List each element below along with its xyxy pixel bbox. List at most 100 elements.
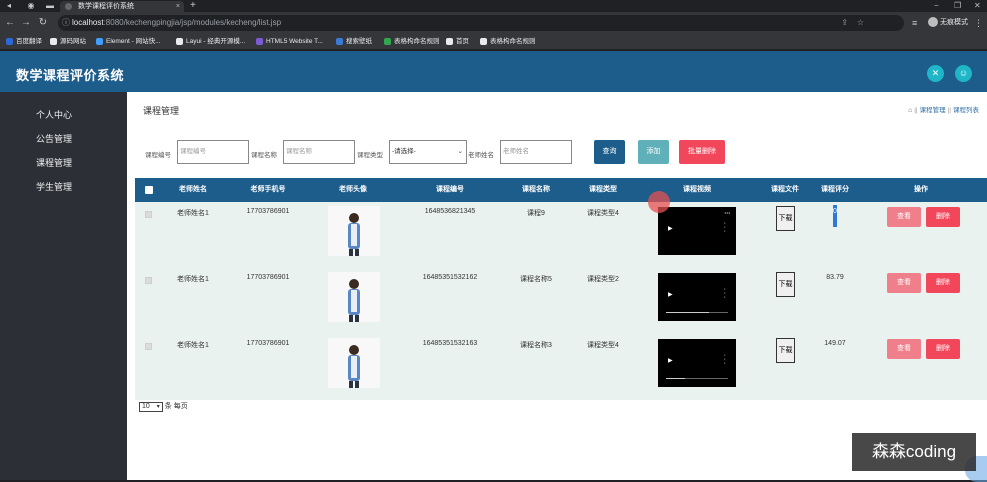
column-header: 老师姓名 <box>179 186 207 193</box>
bookmark-label: 搜索壁纸 <box>346 38 372 45</box>
bookmark-star-icon[interactable]: ☆ <box>857 15 864 31</box>
page-size-select[interactable]: 10 ▾ <box>139 402 163 412</box>
browser-logo-icon: ◉ <box>27 1 35 10</box>
video-menu-icon[interactable]: · · · <box>724 352 726 367</box>
reload-icon[interactable]: ↻ <box>37 17 49 29</box>
bookmark-label: HTML5 Website T... <box>266 38 323 45</box>
maximize-icon[interactable]: ❐ <box>954 0 961 12</box>
search-button[interactable]: 查询 <box>594 140 625 164</box>
bookmark-item[interactable]: 表格构命名规则 <box>384 36 440 48</box>
video-menu-icon[interactable]: · · · <box>724 220 726 235</box>
bookmark-label: 百度翻译 <box>16 38 42 45</box>
course-video-player[interactable]: ◂◂◂ ▶ · · · <box>658 207 736 255</box>
video-menu-icon[interactable]: · · · <box>724 286 726 301</box>
page-title: 课程管理 <box>143 106 180 116</box>
view-button[interactable]: 查看 <box>887 339 921 359</box>
download-button[interactable]: 下载 <box>776 338 795 363</box>
video-status-icon: ◂◂◂ <box>723 210 730 215</box>
batch-delete-button[interactable]: 批量删除 <box>679 140 725 164</box>
column-header: 课程文件 <box>771 186 799 193</box>
bookmark-item[interactable]: HTML5 Website T... <box>256 36 323 48</box>
breadcrumb-item[interactable]: 课程列表 <box>953 107 979 114</box>
teacher-avatar <box>328 338 380 388</box>
forward-icon[interactable]: → <box>20 17 32 29</box>
url-host: localhost <box>72 18 104 27</box>
column-header: 老师头像 <box>339 186 367 193</box>
course-score-cell: 149.07 <box>824 340 846 347</box>
close-window-icon[interactable]: ✕ <box>974 0 981 12</box>
video-progress-fill <box>666 312 710 313</box>
teacher-name-input[interactable]: 老师姓名 <box>500 140 572 164</box>
bookmark-item[interactable]: Layui - 经典开源模... <box>176 36 245 48</box>
browser-menu-icon[interactable]: ⋮ <box>974 17 983 29</box>
delete-button[interactable]: 删除 <box>926 339 960 359</box>
back-icon[interactable]: ← <box>4 17 16 29</box>
course-name-cell: 课程名称3 <box>520 342 552 349</box>
download-button[interactable]: 下载 <box>776 272 795 297</box>
main-content: 课程管理 ⌂ || 课程管理 || 课程列表 课程编号 课程编号 课程名称 课程名称 课… <box>127 92 987 480</box>
course-name-cell: 课程9 <box>527 210 545 217</box>
course-code-cell: 16485351532162 <box>422 274 478 281</box>
teacher-name-label: 老师姓名 <box>468 152 494 159</box>
bookmark-label: 表格构命名规则 <box>490 38 536 45</box>
breadcrumb-item[interactable]: 课程管理 <box>920 107 946 114</box>
fullscreen-icon[interactable]: ✕ <box>927 65 944 82</box>
new-tab-icon[interactable]: + <box>190 0 196 12</box>
share-icon[interactable]: ⇪ <box>841 15 848 31</box>
course-name-input[interactable]: 课程名称 <box>283 140 355 164</box>
teacher-name-cell: 老师姓名1 <box>177 276 209 283</box>
table-row: 老师姓名1 17703786901 16485351532162 课程名称5 课… <box>135 268 987 334</box>
course-type-select[interactable]: -请选择- ⌄ <box>389 140 467 164</box>
click-indicator <box>648 191 670 213</box>
view-button[interactable]: 查看 <box>887 273 921 293</box>
incognito-badge[interactable]: 无痕模式 <box>928 16 968 30</box>
tab-favicon-icon <box>65 3 72 10</box>
tab-close-icon[interactable]: × <box>176 1 180 12</box>
browser-tab-active[interactable]: 数学课程评价系统 × <box>60 1 184 12</box>
site-info-icon[interactable]: ⓘ <box>62 15 70 31</box>
course-score-cell: 83.79 <box>826 274 844 281</box>
sidebar-item-courses[interactable]: 课程管理 <box>36 157 72 169</box>
teacher-name-cell: 老师姓名1 <box>177 342 209 349</box>
add-button[interactable]: 添加 <box>638 140 669 164</box>
course-code-input[interactable]: 课程编号 <box>177 140 249 164</box>
url-input[interactable]: ⓘ localhost:8080/kechengpingjia/jsp/modu… <box>58 15 904 31</box>
bookmark-label: 表格构命名规则 <box>394 38 440 45</box>
play-icon[interactable]: ▶ <box>668 225 673 232</box>
row-checkbox[interactable] <box>145 277 152 284</box>
course-type-selected: -请选择- <box>392 148 416 155</box>
course-video-player[interactable]: ▶ · · · <box>658 339 736 387</box>
column-header: 课程评分 <box>821 186 849 193</box>
bookmark-item[interactable]: 百度翻译 <box>6 36 42 48</box>
delete-button[interactable]: 删除 <box>926 273 960 293</box>
course-video-player[interactable]: ▶ · · · <box>658 273 736 321</box>
row-checkbox[interactable] <box>145 211 152 218</box>
page-size-suffix: 条 每页 <box>164 403 188 410</box>
delete-button[interactable]: 删除 <box>926 207 960 227</box>
tab-search-icon[interactable]: ◂ <box>4 1 14 11</box>
select-all-checkbox[interactable] <box>145 186 153 194</box>
view-button[interactable]: 查看 <box>887 207 921 227</box>
bookmark-item[interactable]: 表格构命名规则 <box>480 36 536 48</box>
bookmark-item[interactable]: 搜索壁纸 <box>336 36 372 48</box>
user-icon[interactable]: ☺ <box>955 65 972 82</box>
play-icon[interactable]: ▶ <box>668 291 673 298</box>
play-icon[interactable]: ▶ <box>668 357 673 364</box>
bookmark-label: 首页 <box>456 38 469 45</box>
bookmark-item[interactable]: Element - 网站快... <box>96 36 161 48</box>
incognito-label: 无痕模式 <box>940 19 968 26</box>
sidebar-item-profile[interactable]: 个人中心 <box>36 109 72 121</box>
home-icon[interactable]: ⌂ <box>908 107 912 114</box>
sidebar-item-students[interactable]: 学生管理 <box>36 181 72 193</box>
row-checkbox[interactable] <box>145 343 152 350</box>
tab-search-list-icon[interactable]: ≡ <box>912 17 917 29</box>
bookmark-label: 源码网站 <box>60 38 86 45</box>
bookmark-item[interactable]: 首页 <box>446 36 469 48</box>
teacher-phone-cell: 17703786901 <box>246 340 290 347</box>
bookmark-item[interactable]: 源码网站 <box>50 36 86 48</box>
table-header: 老师姓名 老师手机号 老师头像 课程编号 课程名称 课程类型 课程视频 课程文件… <box>135 178 987 202</box>
minimize-icon[interactable]: − <box>934 0 939 12</box>
course-table: 老师姓名 老师手机号 老师头像 课程编号 课程名称 课程类型 课程视频 课程文件… <box>135 178 987 400</box>
download-button[interactable]: 下载 <box>776 206 795 231</box>
sidebar-item-notices[interactable]: 公告管理 <box>36 133 72 145</box>
